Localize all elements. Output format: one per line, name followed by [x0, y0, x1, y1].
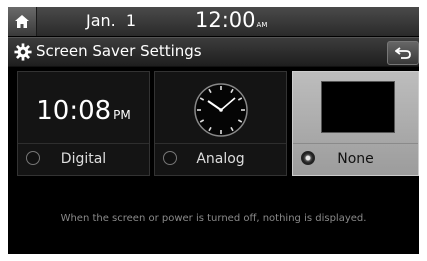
clock-period: AM	[256, 21, 268, 29]
option-label-none: None	[337, 151, 374, 167]
analog-clock-icon	[194, 83, 248, 137]
status-clock: 12:00AM	[195, 8, 267, 32]
status-date: Jan. 1	[86, 11, 137, 30]
option-analog[interactable]: Analog	[154, 71, 287, 176]
digital-clock-preview: 10:08 PM	[18, 96, 149, 126]
option-label-digital: Digital	[60, 151, 107, 167]
gear-icon	[14, 43, 32, 61]
card-divider	[155, 143, 286, 144]
home-button[interactable]	[8, 7, 37, 36]
head-unit-screen: Jan. 1 12:00AM Screen Saver Settings 10:…	[8, 7, 419, 254]
option-digital[interactable]: 10:08 PM Digital	[17, 71, 150, 176]
clock-time: 12:00	[195, 8, 256, 32]
back-arrow-icon	[395, 47, 411, 59]
blank-screen-preview	[321, 81, 395, 133]
description-text: When the screen or power is turned off, …	[60, 213, 367, 224]
page-title: Screen Saver Settings	[36, 42, 202, 60]
back-button[interactable]	[387, 41, 419, 65]
option-label-analog: Analog	[196, 151, 245, 167]
card-divider	[18, 143, 149, 144]
status-bar: Jan. 1 12:00AM	[8, 7, 419, 36]
title-bar: Screen Saver Settings	[8, 37, 419, 67]
digital-preview-time: 10:08	[36, 96, 112, 126]
option-none[interactable]: None	[292, 71, 419, 176]
card-divider	[293, 143, 418, 144]
home-icon	[15, 15, 29, 28]
digital-preview-period: PM	[113, 108, 131, 122]
